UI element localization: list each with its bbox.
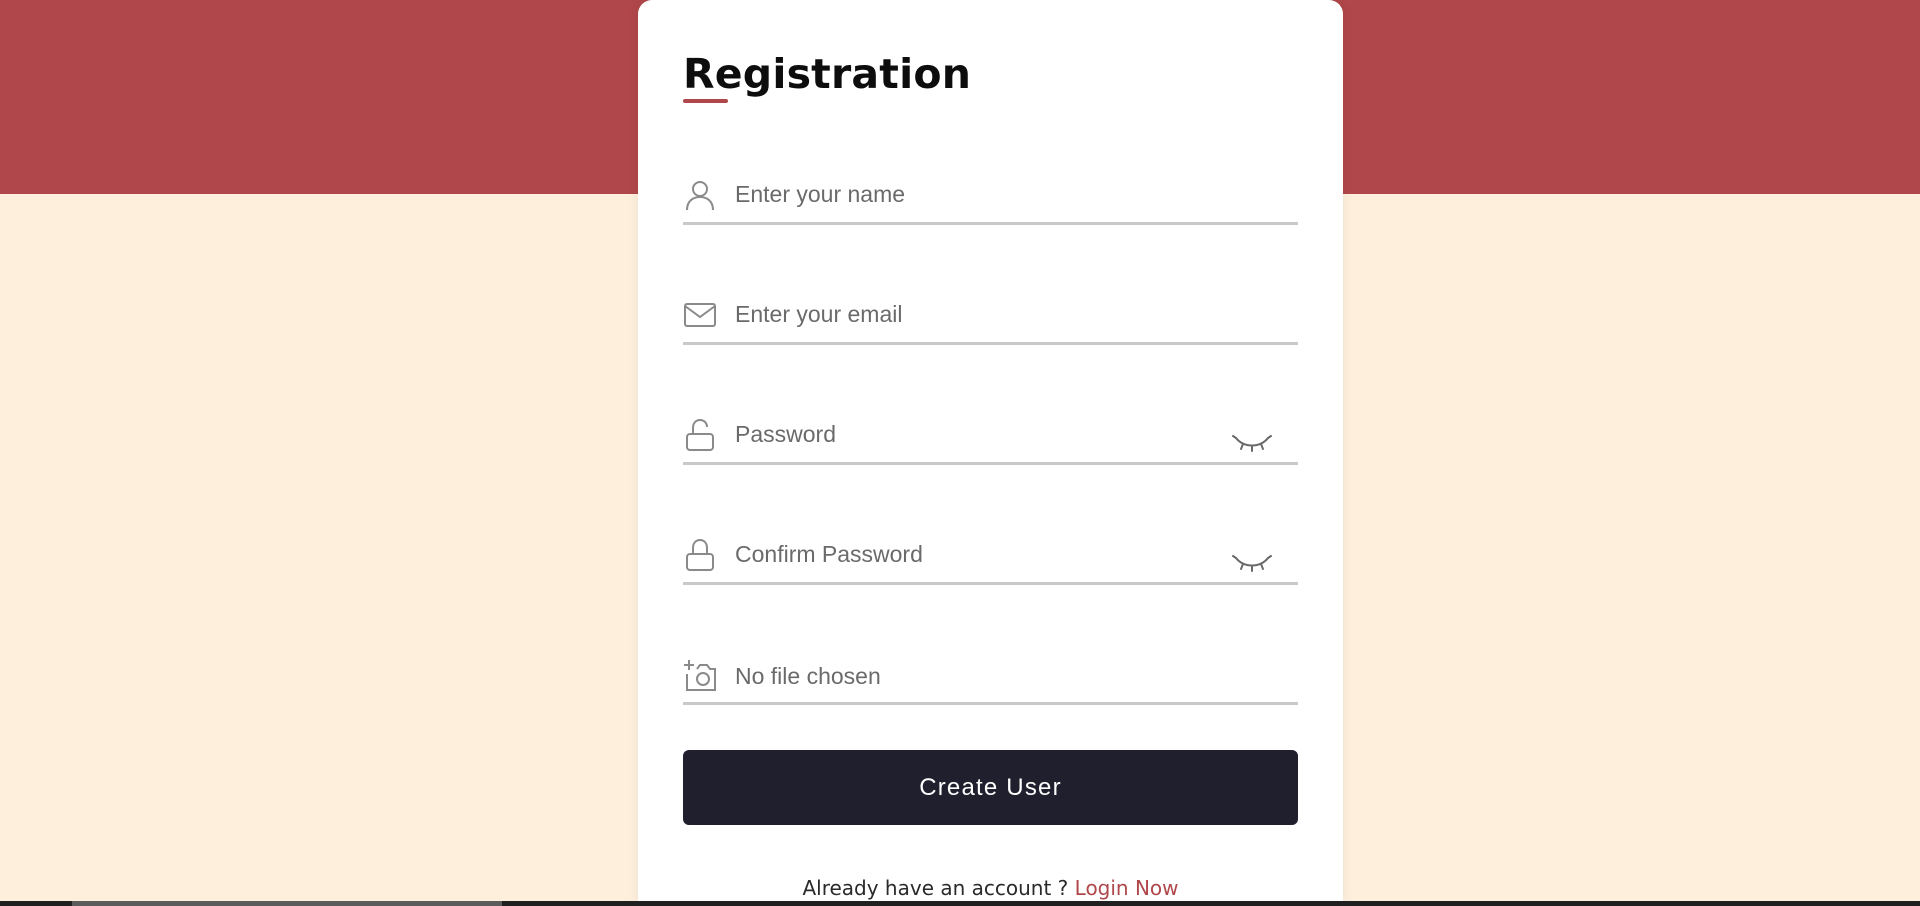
email-field (683, 270, 1298, 345)
taskbar-strip (0, 901, 1920, 906)
confirm-password-field (683, 510, 1298, 585)
confirm-password-input[interactable] (735, 532, 1215, 576)
login-prompt: Already have an account ? Login Now (638, 876, 1343, 900)
create-user-button[interactable]: Create User (683, 750, 1298, 825)
password-field (683, 390, 1298, 465)
eye-closed-icon[interactable] (1232, 432, 1272, 452)
user-icon (683, 178, 717, 212)
unlock-icon (683, 418, 717, 452)
title-underline (683, 99, 728, 103)
add-photo-icon[interactable] (683, 658, 717, 692)
taskbar-segment (72, 901, 502, 906)
login-now-link[interactable]: Login Now (1075, 876, 1179, 900)
registration-card: Registration Enter your name Enter your … (638, 0, 1343, 906)
password-input[interactable] (735, 412, 1215, 456)
photo-upload-field[interactable]: No file chosen (683, 630, 1298, 705)
file-chosen-label[interactable]: No file chosen (735, 663, 881, 690)
envelope-icon (683, 298, 717, 332)
login-prompt-text: Already have an account ? (802, 876, 1075, 900)
eye-closed-icon[interactable] (1232, 552, 1272, 572)
name-field (683, 150, 1298, 225)
name-input[interactable] (735, 172, 1215, 216)
email-input[interactable] (735, 292, 1215, 336)
page-title: Registration (683, 50, 972, 98)
lock-icon (683, 538, 717, 572)
